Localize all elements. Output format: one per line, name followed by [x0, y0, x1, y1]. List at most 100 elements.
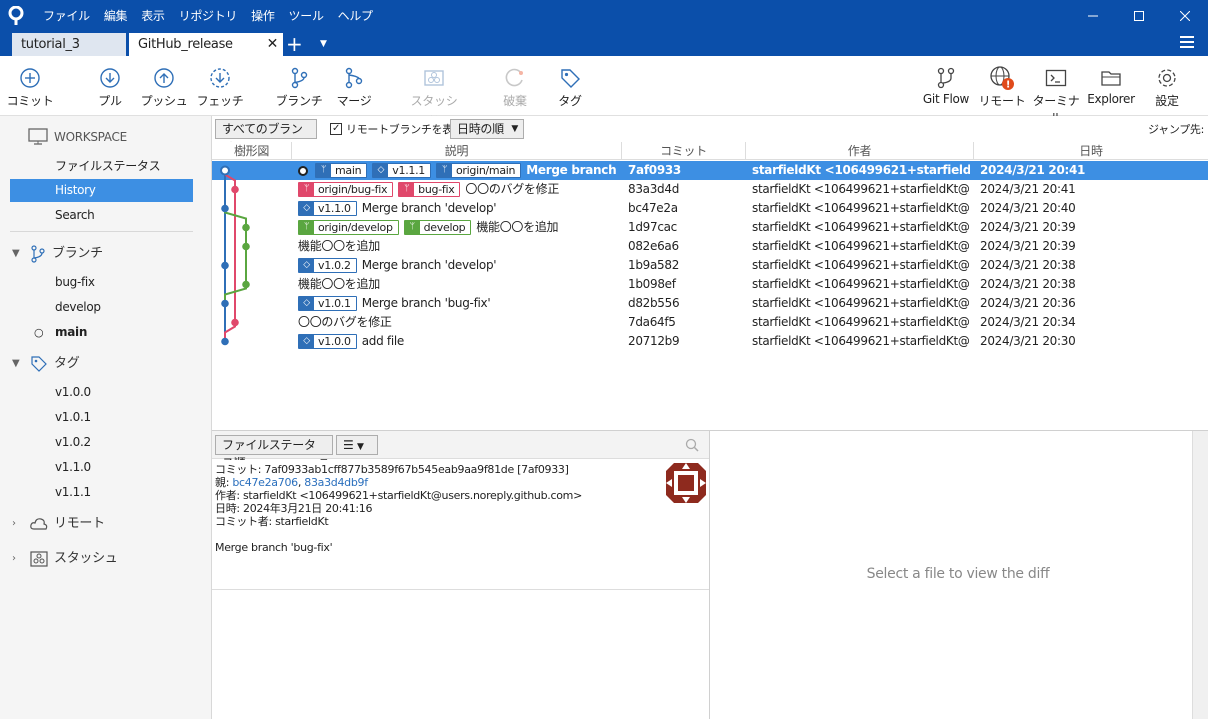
table-row[interactable]: ◇ v1.0.2 Merge branch 'develop' 1b9a582 star… — [212, 256, 1208, 275]
tag-icon: ◇ — [373, 164, 389, 177]
sidebar-item-tag-v1.1.0[interactable]: v1.1.0 — [10, 456, 193, 479]
sidebar-item-bug-fix[interactable]: bug-fix — [10, 271, 193, 294]
table-row[interactable]: 機能〇〇を追加 082e6a6 starfieldKt <106499621+sta… — [212, 237, 1208, 256]
view-mode-dropdown[interactable]: ☰ ▼ — [336, 435, 378, 455]
file-sort-dropdown[interactable]: ファイルステータス順 ▼ — [215, 435, 333, 470]
stashes-section-header[interactable]: › スタッシュ — [12, 547, 118, 571]
column-header-date[interactable]: 日時 — [974, 142, 1208, 160]
sidebar-item-label: ファイルステータス — [55, 159, 161, 173]
column-header-graph[interactable]: 樹形図 — [212, 142, 292, 160]
changed-files-list[interactable] — [212, 591, 709, 719]
commit-node[interactable] — [231, 185, 239, 194]
menu-item[interactable]: リポジトリ — [172, 0, 245, 32]
divider — [10, 231, 193, 232]
branch-badge[interactable]: ᛘ develop — [403, 220, 472, 235]
table-row[interactable]: ᛘ origin/bug-fix ᛘ bug-fix 〇〇のバグを修正 83a3d4d st… — [212, 180, 1208, 199]
commit-author: starfieldKt <106499621+starfieldKt@users… — [752, 315, 970, 329]
sidebar-item-history[interactable]: History — [10, 179, 193, 202]
sidebar-item-tag-v1.1.1[interactable]: v1.1.1 — [10, 481, 193, 504]
pull-button[interactable]: プル — [81, 64, 139, 109]
new-tab-button[interactable]: + — [286, 32, 303, 56]
fetch-button[interactable]: フェッチ — [191, 64, 249, 109]
stash-label: スタッシュ — [54, 551, 118, 566]
parent-link[interactable]: bc47e2a706 — [232, 476, 298, 489]
menu-item[interactable]: ファイル — [36, 0, 97, 32]
branch-badge[interactable]: ᛘ bug-fix — [398, 182, 461, 197]
sidebar-item-tag-v1.0.2[interactable]: v1.0.2 — [10, 431, 193, 454]
sidebar-item-develop[interactable]: develop — [10, 296, 193, 319]
tag-badge[interactable]: ◇ v1.0.0 — [298, 334, 357, 349]
table-row[interactable]: ◇ v1.1.0 Merge branch 'develop' bc47e2a star… — [212, 199, 1208, 218]
sidebar-item-tag-v1.0.0[interactable]: v1.0.0 — [10, 381, 193, 404]
search-icon[interactable] — [685, 438, 699, 452]
commit-message: add file — [361, 334, 405, 348]
sidebar-item-file-status[interactable]: ファイルステータス — [10, 155, 193, 178]
branch-badge[interactable]: ᛘ origin/develop — [298, 220, 399, 235]
commit-node[interactable] — [231, 318, 239, 327]
close-window-button[interactable] — [1162, 0, 1208, 32]
sort-order-dropdown[interactable]: 日時の順 ▼ — [450, 119, 524, 139]
tag-badge[interactable]: ◇ v1.0.2 — [298, 258, 357, 273]
tag-button[interactable]: タグ — [541, 64, 599, 109]
table-row[interactable]: 機能〇〇を追加 1b098ef starfieldKt <106499621+sta… — [212, 275, 1208, 294]
close-icon[interactable]: ✕ — [267, 33, 279, 56]
menu-item[interactable]: 編集 — [97, 0, 134, 32]
tab-github-release[interactable]: GitHub_release ✕ — [129, 33, 283, 56]
tag-badge[interactable]: ◇ v1.1.1 — [372, 163, 431, 178]
tag-badge[interactable]: ◇ v1.0.1 — [298, 296, 357, 311]
tab-tutorial-3[interactable]: tutorial_3 — [12, 33, 126, 56]
gitflow-button[interactable]: Git Flow — [917, 64, 975, 106]
parent-link[interactable]: 83a3d4db9f — [304, 476, 368, 489]
commit-node[interactable] — [242, 242, 250, 251]
branch-button[interactable]: ブランチ — [270, 64, 328, 109]
sidebar-item-main[interactable]: ○ main — [10, 321, 193, 344]
branch-badge[interactable]: ᛘ origin/main — [436, 163, 522, 178]
commit-message: Merge branch 'bug-fix' — [361, 296, 491, 310]
push-label: プッシュ — [140, 94, 188, 108]
menu-item[interactable]: 表示 — [134, 0, 171, 32]
table-row[interactable]: ᛘ main ◇v1.1.1 ᛘ origin/main Merge branch 'bu… — [212, 161, 1208, 180]
branch-badge[interactable]: ᛘ origin/bug-fix — [298, 182, 394, 197]
push-button[interactable]: プッシュ — [135, 64, 193, 109]
show-remote-branches-checkbox[interactable]: ✓ リモートブランチを表示 — [330, 121, 464, 137]
commit-node[interactable] — [242, 280, 250, 289]
column-header-description[interactable]: 説明 — [292, 142, 622, 160]
commit-node[interactable] — [221, 337, 229, 346]
settings-button[interactable]: 設定 — [1138, 64, 1196, 109]
remotes-section-header[interactable]: › リモート — [12, 512, 105, 536]
column-header-commit[interactable]: コミット — [622, 142, 746, 160]
table-row[interactable]: ◇ v1.0.1 Merge branch 'bug-fix' d82b556 star… — [212, 294, 1208, 313]
discard-button[interactable]: 破棄 — [486, 64, 544, 109]
menu-item[interactable]: 操作 — [244, 0, 281, 32]
menu-item[interactable]: ヘルプ — [331, 0, 380, 32]
branches-section-header[interactable]: ▼ ブランチ — [12, 242, 103, 266]
table-row[interactable]: ᛘ origin/develop ᛘ develop 機能〇〇を追加 1d97cac sta… — [212, 218, 1208, 237]
column-header-author[interactable]: 作者 — [746, 142, 974, 160]
menu-item[interactable]: ツール — [282, 0, 331, 32]
tag-badge[interactable]: ◇ v1.1.0 — [298, 201, 357, 216]
table-row[interactable]: ◇ v1.0.0 add file 20712b9 starfieldKt <10649… — [212, 332, 1208, 351]
commit-node[interactable] — [221, 261, 229, 270]
commit-node[interactable] — [220, 165, 230, 176]
diff-scrollbar[interactable] — [1192, 431, 1208, 719]
commit-date: 2024/3/21 20:30 — [980, 334, 1076, 348]
explorer-button[interactable]: Explorer — [1082, 64, 1140, 106]
sidebar-item-search[interactable]: Search — [10, 204, 193, 227]
remote-button[interactable]: ! リモート — [973, 64, 1031, 109]
minimize-button[interactable] — [1070, 0, 1116, 32]
chevron-down-icon[interactable]: ▼ — [320, 32, 327, 56]
branch-filter-dropdown[interactable]: すべてのブランチ ▼ — [215, 119, 317, 154]
table-row[interactable]: 〇〇のバグを修正 7da64f5 starfieldKt <106499621+st… — [212, 313, 1208, 332]
sidebar-item-tag-v1.0.1[interactable]: v1.0.1 — [10, 406, 193, 429]
commit-node[interactable] — [242, 223, 250, 232]
tag-label: タグ — [558, 94, 582, 108]
commit-button[interactable]: コミット — [1, 64, 59, 109]
merge-button[interactable]: マージ — [325, 64, 383, 109]
hamburger-menu-icon[interactable] — [1180, 36, 1194, 51]
commit-node[interactable] — [221, 204, 229, 213]
branch-badge[interactable]: ᛘ main — [315, 163, 368, 178]
maximize-button[interactable] — [1116, 0, 1162, 32]
tags-section-header[interactable]: ▼ タグ — [12, 352, 80, 376]
commit-node[interactable] — [221, 299, 229, 308]
commit-description: 機能〇〇を追加 — [298, 275, 620, 294]
